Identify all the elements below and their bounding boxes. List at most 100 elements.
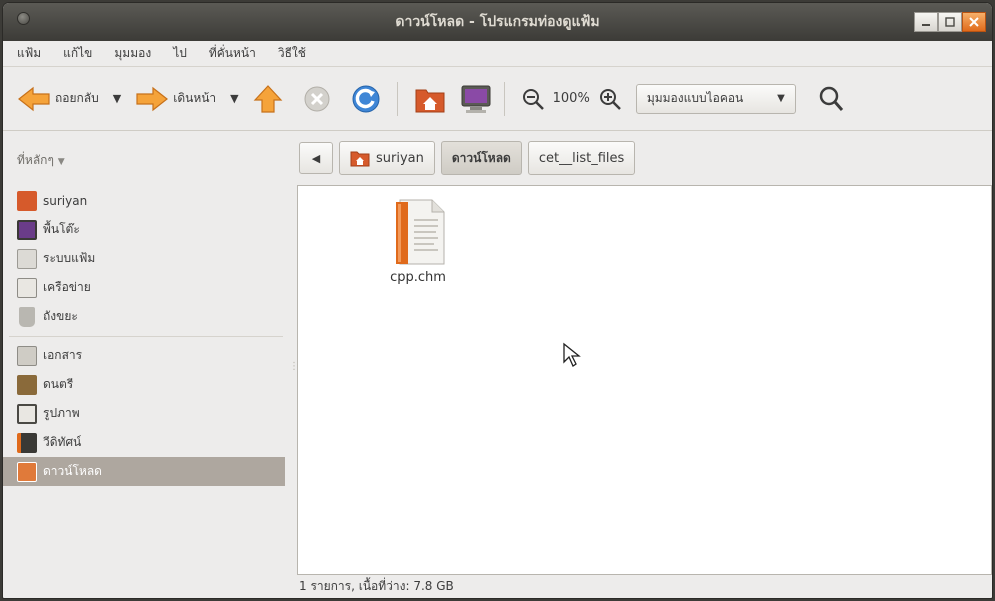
- menu-help[interactable]: วิธีใช้: [278, 44, 306, 63]
- home-folder-icon: [350, 151, 370, 167]
- sidebar-item-videos[interactable]: วีดิทัศน์: [3, 428, 289, 457]
- menu-bookmarks[interactable]: ที่คั่นหน้า: [209, 44, 256, 63]
- main-area: ที่หลักๆ ▼ suriyan พื้นโต๊ะ ระบบแฟ้ม เคร…: [3, 131, 992, 598]
- reload-icon: [352, 85, 380, 112]
- breadcrumb-item-home[interactable]: suriyan: [339, 141, 435, 175]
- sidebar-item-label: ถังขยะ: [43, 309, 78, 323]
- desktop-icon: [17, 219, 37, 240]
- search-button[interactable]: [818, 85, 844, 113]
- breadcrumb-label: cet__list_files: [538, 150, 625, 166]
- breadcrumb-item-child[interactable]: cet__list_files: [527, 141, 636, 175]
- back-label: ถอยกลับ: [55, 91, 99, 105]
- window-controls: [914, 12, 986, 32]
- sidebar-item-desktop[interactable]: พื้นโต๊ะ: [3, 215, 289, 244]
- sidebar-item-label: รูปภาพ: [43, 406, 80, 420]
- computer-icon: [461, 85, 491, 113]
- chevron-down-icon: ▼: [777, 93, 785, 104]
- places-header[interactable]: ที่หลักๆ ▼: [3, 151, 289, 170]
- minimize-button[interactable]: [914, 12, 938, 32]
- forward-history-dropdown[interactable]: ▼: [230, 92, 238, 105]
- videos-folder-icon: [17, 432, 37, 453]
- sidebar-item-pictures[interactable]: รูปภาพ: [3, 399, 289, 428]
- zoom-in-button[interactable]: [598, 87, 622, 111]
- documents-folder-icon: [17, 345, 37, 366]
- sidebar-item-network[interactable]: เครือข่าย: [3, 273, 289, 302]
- breadcrumb-scroll-left-button[interactable]: ◀: [299, 142, 333, 174]
- forward-button[interactable]: เดินหน้า: [135, 85, 216, 113]
- maximize-icon: [945, 17, 955, 27]
- status-bar: 1 รายการ, เนื้อที่ว่าง: 7.8 GB: [299, 579, 454, 593]
- title-bar[interactable]: ดาวน์โหลด - โปรแกรมท่องดูแฟ้ม: [3, 3, 992, 41]
- zoom-level: 100%: [552, 91, 590, 106]
- sidebar-item-label: วีดิทัศน์: [43, 435, 82, 449]
- menu-bar: แฟ้ม แก้ไข มุมมอง ไป ที่คั่นหน้า วิธีใช้: [3, 41, 992, 67]
- close-icon: [969, 17, 979, 27]
- close-button[interactable]: [962, 12, 986, 32]
- breadcrumb-item-current[interactable]: ดาวน์โหลด: [440, 141, 522, 175]
- sidebar-item-label: เอกสาร: [43, 348, 83, 362]
- breadcrumb-label: ดาวน์โหลด: [451, 150, 511, 165]
- breadcrumb: ◀ suriyan ดาวน์โหลด cet__list_files: [299, 141, 641, 175]
- zoom-in-icon: [599, 88, 621, 110]
- view-mode-select[interactable]: มุมมองแบบไอคอน ▼: [635, 83, 796, 114]
- stop-button[interactable]: [303, 85, 331, 113]
- network-icon: [17, 277, 37, 298]
- home-button[interactable]: [414, 84, 446, 114]
- sidebar-item-label: ดาวน์โหลด: [43, 464, 102, 478]
- sidebar-item-label: ดนตรี: [43, 377, 74, 391]
- sidebar-item-trash[interactable]: ถังขยะ: [3, 302, 289, 331]
- view-mode-label: มุมมองแบบไอคอน: [646, 91, 744, 105]
- file-manager-window: ดาวน์โหลด - โปรแกรมท่องดูแฟ้ม แฟ้ม แก้ไข…: [2, 2, 993, 599]
- sidebar-item-label: เครือข่าย: [43, 280, 91, 294]
- window-title: ดาวน์โหลด - โปรแกรมท่องดูแฟ้ม: [395, 14, 600, 30]
- sidebar-item-label: ระบบแฟ้ม: [43, 251, 96, 265]
- chm-document-icon: [396, 199, 445, 265]
- zoom-out-icon: [522, 88, 544, 110]
- trash-icon: [19, 306, 35, 327]
- sidebar-item-documents[interactable]: เอกสาร: [3, 341, 289, 370]
- minimize-icon: [922, 24, 930, 26]
- sidebar-item-label: พื้นโต๊ะ: [43, 222, 80, 236]
- menu-edit[interactable]: แก้ไข: [63, 44, 92, 63]
- sidebar-item-home[interactable]: suriyan: [3, 186, 289, 215]
- up-button[interactable]: [253, 84, 283, 114]
- menu-file[interactable]: แฟ้ม: [17, 44, 41, 63]
- places-sidebar: ที่หลักๆ ▼ suriyan พื้นโต๊ะ ระบบแฟ้ม เคร…: [3, 131, 289, 598]
- zoom-out-button[interactable]: [521, 87, 545, 111]
- menu-view[interactable]: มุมมอง: [114, 44, 151, 63]
- file-name: cpp.chm: [390, 270, 446, 285]
- sidebar-item-filesystem[interactable]: ระบบแฟ้ม: [3, 244, 289, 273]
- back-arrow-icon: [18, 86, 50, 111]
- toolbar-separator: [503, 81, 505, 116]
- sidebar-item-downloads[interactable]: ดาวน์โหลด: [3, 457, 285, 486]
- sidebar-divider: [9, 331, 283, 337]
- filesystem-icon: [17, 248, 37, 269]
- file-item[interactable]: cpp.chm: [378, 198, 458, 285]
- toolbar: ถอยกลับ ▼ เดินหน้า ▼ 100% มุมมองแบบไอคอน…: [3, 67, 992, 131]
- breadcrumb-label: suriyan: [376, 150, 424, 166]
- up-arrow-icon: [253, 84, 283, 113]
- back-history-dropdown[interactable]: ▼: [113, 92, 121, 105]
- toolbar-separator: [396, 81, 398, 116]
- menu-go[interactable]: ไป: [173, 44, 187, 63]
- mouse-cursor-icon: [563, 342, 581, 367]
- window-menu-icon[interactable]: [17, 12, 30, 25]
- home-folder-icon: [17, 190, 37, 211]
- maximize-button[interactable]: [938, 12, 962, 32]
- music-folder-icon: [17, 374, 37, 395]
- pictures-folder-icon: [17, 403, 37, 424]
- chevron-down-icon: ▼: [57, 157, 65, 167]
- forward-arrow-icon: [136, 86, 169, 111]
- home-icon: [415, 89, 445, 112]
- search-icon: [819, 86, 843, 111]
- sidebar-item-label: suriyan: [43, 193, 88, 208]
- reload-button[interactable]: [351, 84, 381, 114]
- downloads-folder-icon: [17, 461, 37, 482]
- back-button[interactable]: ถอยกลับ: [17, 85, 99, 113]
- places-header-label: ที่หลักๆ: [17, 153, 54, 167]
- stop-icon: [304, 86, 330, 111]
- forward-label: เดินหน้า: [173, 91, 217, 105]
- file-view[interactable]: cpp.chm: [297, 185, 992, 575]
- computer-button[interactable]: [460, 84, 492, 114]
- sidebar-item-music[interactable]: ดนตรี: [3, 370, 289, 399]
